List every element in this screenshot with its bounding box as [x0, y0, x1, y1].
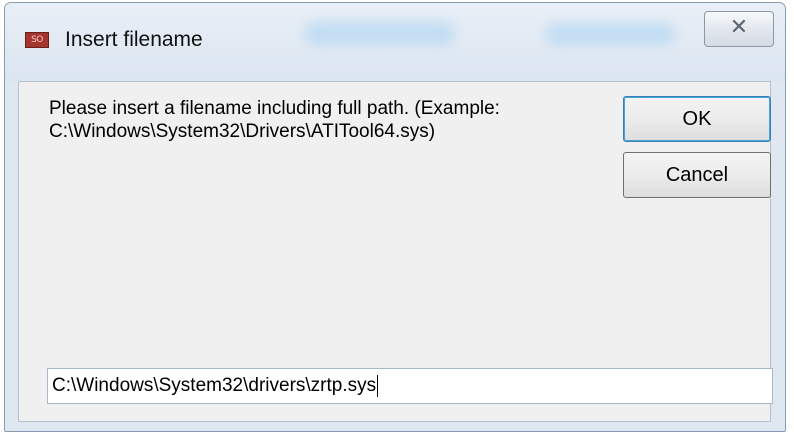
title-bar[interactable]: SO Insert filename ✕	[5, 3, 785, 81]
message-line-1: Please insert a filename including full …	[49, 98, 500, 119]
ok-button[interactable]: OK	[623, 96, 771, 142]
dialog-window: SO Insert filename ✕ Please insert a fil…	[4, 2, 786, 432]
dialog-client-area: Please insert a filename including full …	[18, 81, 773, 422]
instruction-message: Please insert a filename including full …	[49, 97, 589, 143]
filename-input[interactable]: C:\Windows\System32\drivers\zrtp.sys	[47, 368, 773, 404]
close-button[interactable]: ✕	[704, 11, 774, 47]
filename-value: C:\Windows\System32\drivers\zrtp.sys	[52, 375, 377, 396]
background-blur	[305, 21, 455, 45]
text-caret	[377, 374, 379, 397]
window-title: Insert filename	[65, 28, 203, 51]
app-icon: SO	[25, 32, 49, 48]
background-blur	[545, 23, 675, 45]
close-icon: ✕	[729, 15, 749, 40]
cancel-button[interactable]: Cancel	[623, 152, 771, 198]
message-line-2: C:\Windows\System32\Drivers\ATITool64.sy…	[49, 121, 436, 142]
